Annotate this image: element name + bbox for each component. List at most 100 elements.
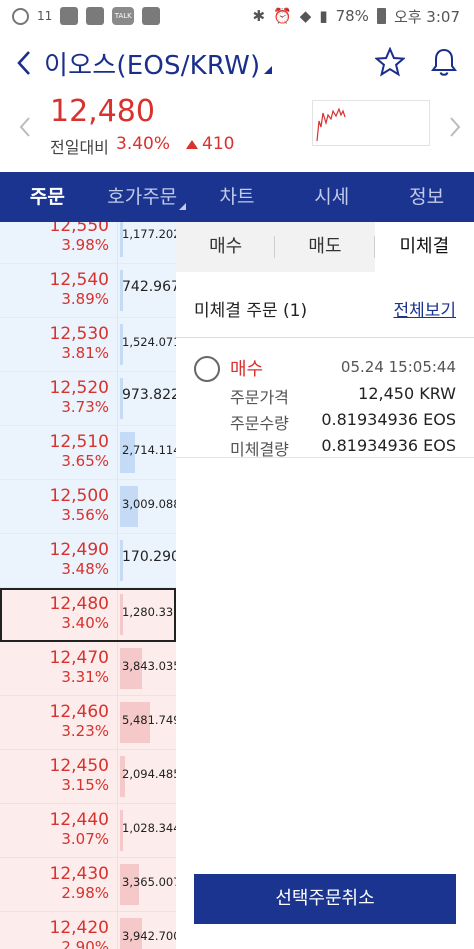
book-qty-cell: 3,843.035 <box>118 642 176 695</box>
book-price: 12,490 <box>49 540 109 560</box>
notification-icon <box>60 7 79 25</box>
book-quantity: 1,280.336 <box>122 605 176 619</box>
book-price: 12,510 <box>49 432 109 452</box>
alarm-button[interactable] <box>428 46 460 78</box>
notification-icon <box>142 7 161 25</box>
order-qty-row: 주문수량 0.81934936 EOS <box>230 410 456 434</box>
book-quantity: 3,365.007 <box>122 875 176 889</box>
book-percent: 3.31% <box>61 668 109 686</box>
order-price-value: 12,450 KRW <box>358 384 456 403</box>
main-tabs: 주문 호가주문 차트 시세 정보 <box>0 172 474 222</box>
change-amount: 410 <box>186 134 234 154</box>
book-percent: 3.73% <box>61 398 109 416</box>
book-quantity: 1,028.344 <box>122 821 176 835</box>
order-book-row[interactable]: 12,530 3.81% 1,524.071 <box>0 318 176 372</box>
order-datetime: 05.24 15:05:44 <box>340 358 456 376</box>
book-price: 12,450 <box>49 756 109 776</box>
prev-coin-button[interactable] <box>16 114 34 140</box>
order-subtabs: 매수 매도 미체결 <box>176 222 474 272</box>
order-book-row[interactable]: 12,480 3.40% 1,280.336 <box>0 588 176 642</box>
book-qty-cell: 2,714.114 <box>118 426 176 479</box>
book-price: 12,500 <box>49 486 109 506</box>
back-button[interactable] <box>12 45 36 81</box>
tab-info[interactable]: 정보 <box>379 172 474 222</box>
order-book-row[interactable]: 12,500 3.56% 3,009.088 <box>0 480 176 534</box>
book-price-cell: 12,520 3.73% <box>0 372 118 425</box>
pending-header: 미체결 주문 (1) 전체보기 <box>176 280 474 338</box>
book-price-cell: 12,500 3.56% <box>0 480 118 533</box>
order-book-row[interactable]: 12,520 3.73% 973.822 <box>0 372 176 426</box>
tab-quote-order-label: 호가주문 <box>107 186 178 208</box>
tab-quote-order[interactable]: 호가주문 <box>95 172 190 222</box>
order-book-row[interactable]: 12,420 2.90% 3,942.700 <box>0 912 176 949</box>
book-price: 12,520 <box>49 378 109 398</box>
order-book-row[interactable]: 12,430 2.98% 3,365.007 <box>0 858 176 912</box>
order-book-row[interactable]: 12,470 3.31% 3,843.035 <box>0 642 176 696</box>
book-qty-cell: 5,481.749 <box>118 696 176 749</box>
book-quantity: 973.822 <box>122 387 176 403</box>
book-percent: 3.23% <box>61 722 109 740</box>
book-qty-cell: 2,094.485 <box>118 750 176 803</box>
chevron-left-icon <box>19 117 30 137</box>
order-price-row: 주문가격 12,450 KRW <box>230 384 456 408</box>
book-percent: 2.98% <box>61 884 109 902</box>
tab-market[interactable]: 시세 <box>284 172 379 222</box>
order-select-radio[interactable] <box>194 356 220 382</box>
chevron-left-icon <box>17 51 30 75</box>
coin-selector-caret-icon[interactable] <box>264 66 273 74</box>
order-book-row[interactable]: 12,460 3.23% 5,481.749 <box>0 696 176 750</box>
book-price: 12,420 <box>49 918 109 938</box>
book-price: 12,480 <box>49 594 109 614</box>
book-qty-cell: 973.822 <box>118 372 176 425</box>
sparkline <box>316 107 346 142</box>
tab-caret-icon <box>178 203 186 210</box>
next-coin-button[interactable] <box>446 114 464 140</box>
book-price-cell: 12,470 3.31% <box>0 642 118 695</box>
cancel-selected-order-button[interactable]: 선택주문취소 <box>194 874 456 924</box>
order-book-row[interactable]: 12,450 3.15% 2,094.485 <box>0 750 176 804</box>
order-unfilled-label: 미체결량 <box>230 440 289 459</box>
book-price: 12,430 <box>49 864 109 884</box>
view-all-link[interactable]: 전체보기 <box>393 296 456 321</box>
mini-price-chart[interactable] <box>312 100 430 146</box>
prev-day-label: 전일대비 <box>50 138 109 157</box>
subtab-buy[interactable]: 매수 <box>176 222 276 272</box>
book-percent: 3.07% <box>61 830 109 848</box>
clock: 오후 3:07 <box>393 7 460 26</box>
book-price-cell: 12,420 2.90% <box>0 912 118 949</box>
order-qty-value: 0.81934936 EOS <box>321 410 456 429</box>
order-book-row[interactable]: 12,490 3.48% 170.290 <box>0 534 176 588</box>
upbit-notification-icon <box>12 7 29 25</box>
battery-icon <box>376 8 386 24</box>
notification-icon <box>86 7 105 25</box>
book-quantity: 3,843.035 <box>122 659 176 673</box>
order-book-row[interactable]: 12,510 3.65% 2,714.114 <box>0 426 176 480</box>
carrier-badge: 11 <box>37 9 53 23</box>
bell-icon <box>431 48 457 76</box>
book-qty-cell: 3,365.007 <box>118 858 176 911</box>
book-quantity: 2,094.485 <box>122 767 176 781</box>
order-price-label: 주문가격 <box>230 388 289 407</box>
book-percent: 3.15% <box>61 776 109 794</box>
favorite-button[interactable] <box>374 46 406 78</box>
tab-order[interactable]: 주문 <box>0 172 95 222</box>
book-price-cell: 12,530 3.81% <box>0 318 118 371</box>
subtab-sell[interactable]: 매도 <box>275 222 375 272</box>
pending-order-item[interactable]: 매수 05.24 15:05:44 주문가격 12,450 KRW 주문수량 0… <box>176 338 474 459</box>
book-quantity: 3,942.700 <box>122 929 176 943</box>
tab-chart[interactable]: 차트 <box>190 172 285 222</box>
order-qty-label: 주문수량 <box>230 414 289 433</box>
coin-title[interactable]: 이오스(EOS/KRW) <box>44 45 260 82</box>
order-book-row[interactable]: 12,540 3.89% 742.967 <box>0 264 176 318</box>
order-book-row[interactable]: 12,550 3.98% 1,177.202 <box>0 222 176 264</box>
order-book-row[interactable]: 12,440 3.07% 1,028.344 <box>0 804 176 858</box>
book-percent: 3.81% <box>61 344 109 362</box>
book-price-cell: 12,450 3.15% <box>0 750 118 803</box>
subtab-pending[interactable]: 미체결 <box>374 222 474 272</box>
book-price: 12,470 <box>49 648 109 668</box>
up-triangle-icon <box>186 139 198 149</box>
order-panel: 매수 매도 미체결 미체결 주문 (1) 전체보기 매수 05.24 15:05… <box>176 222 474 949</box>
star-icon <box>375 47 405 77</box>
book-price-cell: 12,460 3.23% <box>0 696 118 749</box>
book-price: 12,460 <box>49 702 109 722</box>
